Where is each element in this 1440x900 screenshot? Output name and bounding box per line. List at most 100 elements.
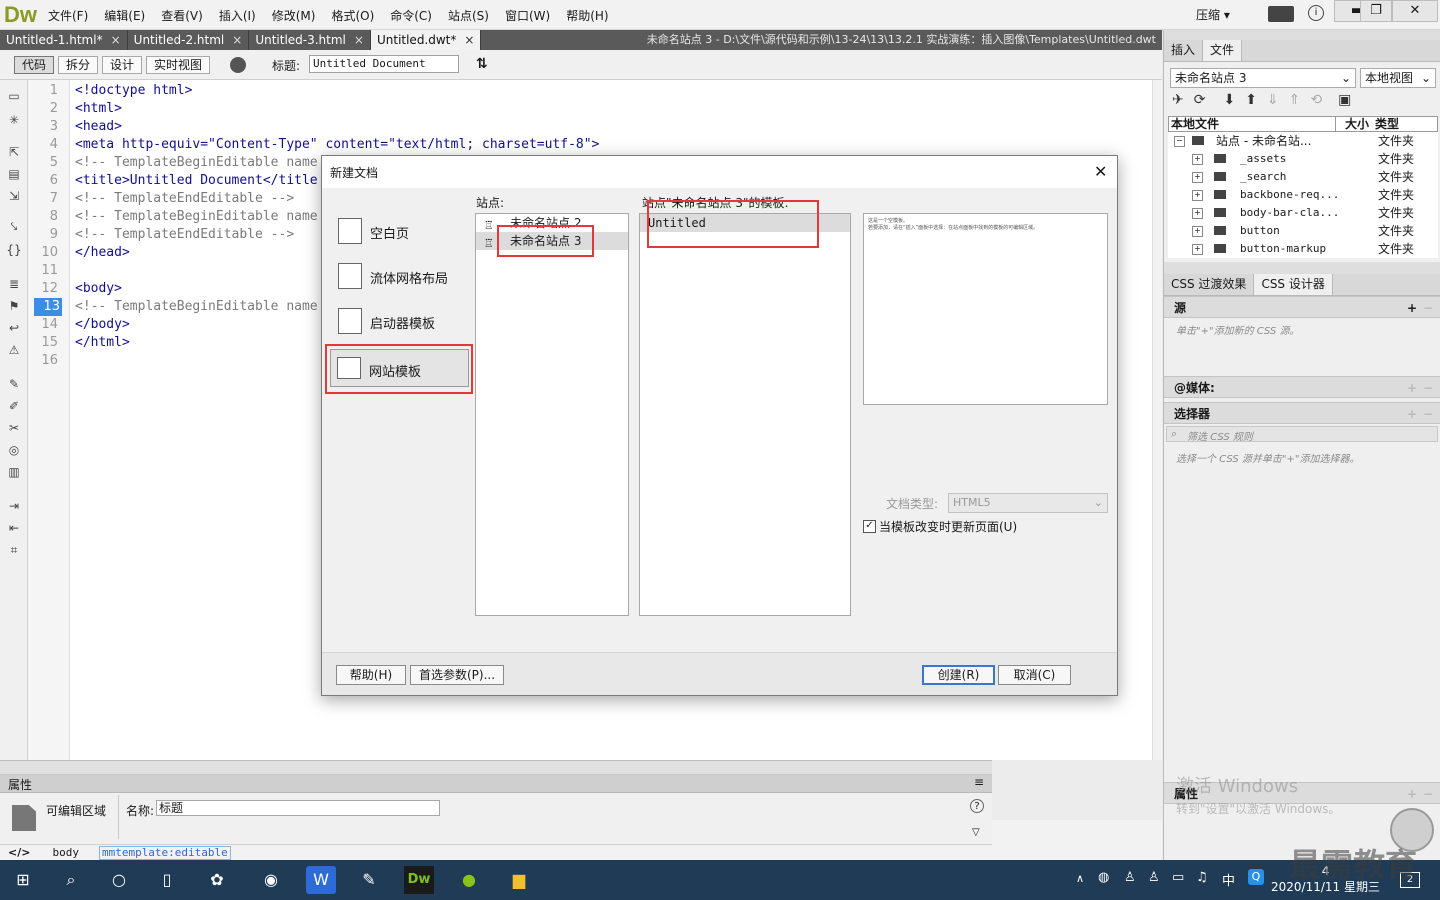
file-explorer-icon[interactable]: ▆ bbox=[504, 866, 534, 894]
menu-modify[interactable]: 修改(M) bbox=[272, 7, 316, 24]
code-tag-icon[interactable]: </> bbox=[8, 846, 30, 859]
indent-code-icon[interactable]: ⇥ bbox=[4, 498, 24, 514]
menu-commands[interactable]: 命令(C) bbox=[390, 7, 432, 24]
file-row[interactable]: + button 文件夹 bbox=[1170, 222, 1440, 240]
add-property-icon[interactable]: + bbox=[1407, 783, 1417, 805]
expand-icon[interactable]: + bbox=[1192, 244, 1203, 255]
file-row[interactable]: + _search 文件夹 bbox=[1170, 168, 1440, 186]
menu-site[interactable]: 站点(S) bbox=[448, 7, 489, 24]
code-view-button[interactable]: 代码 bbox=[14, 56, 55, 74]
menu-insert[interactable]: 插入(I) bbox=[219, 7, 256, 24]
file-row[interactable]: + body-bar-cla... 文件夹 bbox=[1170, 204, 1440, 222]
close-icon[interactable]: × bbox=[464, 33, 474, 47]
chrome-icon[interactable]: ◉ bbox=[256, 866, 286, 894]
qq-icon[interactable]: ♙ bbox=[1124, 870, 1136, 885]
syntax-error-icon[interactable]: ⚠ bbox=[4, 342, 24, 358]
task-view-icon[interactable]: ▯ bbox=[152, 866, 182, 894]
file-management-icon[interactable]: ⇅ bbox=[476, 56, 488, 72]
word-wrap-icon[interactable]: ↩ bbox=[4, 320, 24, 336]
expand-all-icon[interactable]: ⇲ bbox=[4, 188, 24, 204]
format-source-icon[interactable]: ⌗ bbox=[4, 542, 24, 558]
document-title-input[interactable]: Untitled Document bbox=[309, 55, 459, 73]
dialog-close-button[interactable]: ✕ bbox=[1094, 162, 1107, 181]
close-icon[interactable]: × bbox=[111, 33, 121, 47]
refresh-icon[interactable]: ⟳ bbox=[1194, 92, 1206, 108]
tab-insert[interactable]: 插入 bbox=[1164, 40, 1204, 61]
notepad-icon[interactable]: ✎ bbox=[354, 866, 384, 894]
code-line[interactable]: <html> bbox=[75, 100, 122, 118]
apply-comment-icon[interactable]: ✎ bbox=[4, 376, 24, 392]
highlight-invalid-icon[interactable]: ⚑ bbox=[4, 298, 24, 314]
check-in-icon[interactable]: ⇑ bbox=[1289, 92, 1301, 108]
properties-collapse-bar[interactable] bbox=[0, 761, 992, 775]
move-css-icon[interactable]: ▥ bbox=[4, 464, 24, 480]
remove-icon[interactable]: − bbox=[1423, 783, 1433, 805]
tab-untitled-dwt[interactable]: Untitled.dwt* × bbox=[370, 30, 482, 50]
close-icon[interactable]: × bbox=[354, 33, 364, 47]
windows-start-icon[interactable]: ⊞ bbox=[8, 866, 38, 894]
menu-format[interactable]: 格式(O) bbox=[331, 7, 374, 24]
outdent-code-icon[interactable]: ⇤ bbox=[4, 520, 24, 536]
expand-arrow-icon[interactable]: ▽ bbox=[972, 827, 980, 838]
help-icon[interactable]: ? bbox=[970, 799, 984, 813]
select-parent-tag-icon[interactable]: ⤥ bbox=[4, 218, 24, 234]
add-source-icon[interactable]: + bbox=[1407, 297, 1417, 319]
selector-filter-input[interactable]: ⌕ 筛选 CSS 规则 bbox=[1166, 426, 1438, 443]
col-size[interactable]: 大小 bbox=[1345, 117, 1369, 131]
code-line[interactable]: <!-- TemplateEndEditable --> bbox=[75, 226, 294, 244]
code-line[interactable]: <title>Untitled Document</title bbox=[75, 172, 318, 190]
category-site-template[interactable]: 网站模板 bbox=[330, 349, 469, 387]
green-ball-icon[interactable]: ● bbox=[454, 866, 484, 894]
add-selector-icon[interactable]: + bbox=[1407, 403, 1417, 425]
wps-writer-icon[interactable]: W bbox=[306, 866, 336, 894]
css-collapse-bar[interactable] bbox=[1164, 262, 1440, 274]
expand-icon[interactable]: + bbox=[1192, 208, 1203, 219]
tray-overflow-icon[interactable]: ∧ bbox=[1076, 872, 1084, 885]
put-files-icon[interactable]: ⬆ bbox=[1245, 92, 1257, 108]
category-fluid-grid[interactable]: 流体网格布局 bbox=[326, 257, 474, 295]
code-line[interactable]: </body> bbox=[75, 316, 130, 334]
qq-icon[interactable]: ♙ bbox=[1148, 870, 1160, 885]
file-row[interactable]: + backbone-req... 文件夹 bbox=[1170, 186, 1440, 204]
file-row-root[interactable]: − 站点 - 未命名站... 文件夹 bbox=[1170, 132, 1440, 150]
view-select[interactable]: 本地视图 ⌄ bbox=[1360, 68, 1436, 88]
help-button[interactable]: 帮助(H) bbox=[336, 665, 406, 685]
line-numbers-icon[interactable]: ≣ bbox=[4, 276, 24, 292]
workspace-switcher[interactable]: 压缩 ▾ bbox=[1196, 6, 1230, 23]
menu-window[interactable]: 窗口(W) bbox=[505, 7, 550, 24]
category-starter-templates[interactable]: 启动器模板 bbox=[326, 302, 474, 340]
show-code-navigator-icon[interactable]: ✳ bbox=[4, 112, 24, 128]
menu-help[interactable]: 帮助(H) bbox=[566, 7, 608, 24]
col-local-files[interactable]: 本地文件 bbox=[1171, 117, 1219, 131]
col-type[interactable]: 类型 bbox=[1375, 117, 1399, 131]
design-view-button[interactable]: 设计 bbox=[102, 56, 143, 74]
site-select[interactable]: 未命名站点 3 ⌄ bbox=[1170, 68, 1356, 88]
tag-mmtemplate[interactable]: mmtemplate:editable bbox=[98, 845, 231, 860]
remove-comment-icon[interactable]: ✐ bbox=[4, 398, 24, 414]
code-line[interactable]: <!doctype html> bbox=[75, 82, 192, 100]
menu-edit[interactable]: 编辑(E) bbox=[104, 7, 145, 24]
collapse-icon[interactable]: − bbox=[1174, 136, 1185, 147]
volume-icon[interactable]: ♫ bbox=[1196, 870, 1208, 885]
expand-icon[interactable]: + bbox=[1192, 226, 1203, 237]
pinwheel-app-icon[interactable]: ✿ bbox=[202, 866, 232, 894]
wechat-icon[interactable]: ◍ bbox=[1098, 870, 1109, 885]
tab-untitled-2[interactable]: Untitled-2.html × bbox=[128, 30, 250, 50]
check-out-icon[interactable]: ⇓ bbox=[1267, 92, 1279, 108]
restore-button[interactable]: ❐ bbox=[1360, 0, 1392, 22]
dock-collapse-bar[interactable] bbox=[1164, 30, 1440, 40]
sync-files-icon[interactable]: ⟲ bbox=[1310, 92, 1322, 108]
get-files-icon[interactable]: ⬇ bbox=[1223, 92, 1235, 108]
expand-icon[interactable]: + bbox=[1192, 154, 1203, 165]
q-app-icon[interactable]: Q bbox=[1248, 869, 1264, 885]
code-scrollbar[interactable] bbox=[1152, 80, 1162, 760]
globe-icon[interactable] bbox=[230, 57, 246, 73]
recent-snippets-icon[interactable]: ◎ bbox=[4, 442, 24, 458]
remove-icon[interactable]: − bbox=[1423, 297, 1433, 319]
menu-file[interactable]: 文件(F) bbox=[48, 7, 88, 24]
live-view-button[interactable]: 实时视图 bbox=[146, 56, 211, 74]
update-checkbox[interactable]: ✓ bbox=[863, 520, 876, 533]
panel-menu-icon[interactable]: ≡ bbox=[974, 775, 984, 789]
tab-css-designer[interactable]: CSS 设计器 bbox=[1254, 274, 1333, 295]
tag-body[interactable]: body bbox=[52, 846, 79, 859]
